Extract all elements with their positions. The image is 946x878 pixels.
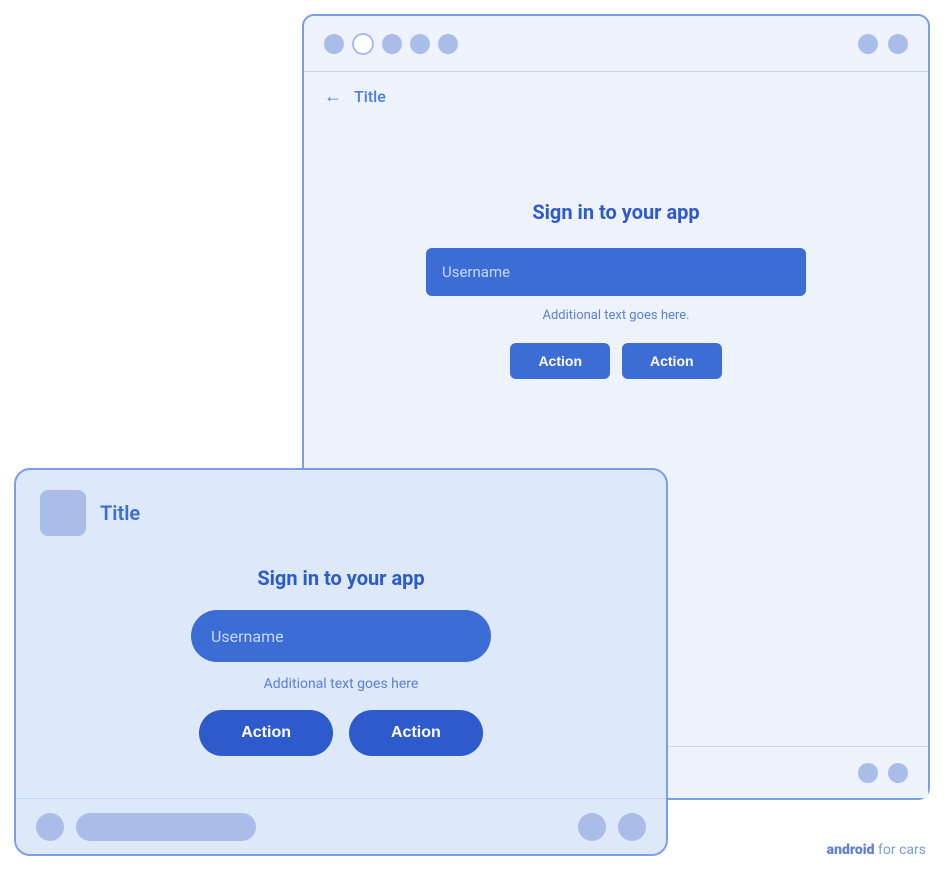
- status-dot-1: [324, 34, 344, 54]
- car-bottom-pill: [76, 813, 256, 841]
- car-input-placeholder: Username: [211, 627, 284, 646]
- car-mockup: Title Sign in to your app Username Addit…: [14, 468, 668, 856]
- status-dot-2-active: [352, 33, 374, 55]
- car-bottom-bar: [16, 798, 666, 854]
- car-title: Title: [100, 501, 140, 525]
- phone-username-input[interactable]: Username: [426, 248, 806, 296]
- phone-status-right: [858, 34, 908, 54]
- phone-action-button-1[interactable]: Action: [510, 343, 610, 379]
- car-bottom-left: [36, 813, 256, 841]
- brand-android: android: [827, 842, 875, 858]
- phone-actions: Action Action: [510, 343, 721, 379]
- status-dot-3: [382, 34, 402, 54]
- phone-status-left: [324, 33, 458, 55]
- phone-nav-title: Title: [354, 87, 386, 106]
- car-bottom-dot: [36, 813, 64, 841]
- phone-bottom-dot-2: [888, 763, 908, 783]
- phone-action-button-2[interactable]: Action: [622, 343, 722, 379]
- car-header: Title: [16, 470, 666, 556]
- car-bottom-right-dot-2: [618, 813, 646, 841]
- brand-suffix: for cars: [875, 842, 926, 858]
- back-arrow-icon[interactable]: ←: [324, 86, 342, 107]
- phone-sign-in-heading: Sign in to your app: [532, 200, 699, 224]
- car-actions: Action Action: [199, 710, 483, 756]
- brand-label: android for cars: [827, 842, 926, 858]
- phone-input-placeholder: Username: [442, 263, 510, 281]
- car-content: Sign in to your app Username Additional …: [16, 556, 666, 772]
- phone-bottom-dot-1: [858, 763, 878, 783]
- car-username-input[interactable]: Username: [191, 610, 491, 662]
- car-helper-text: Additional text goes here: [264, 676, 419, 692]
- phone-nav-bar: ← Title: [304, 72, 928, 120]
- car-action-button-1[interactable]: Action: [199, 710, 333, 756]
- status-dot-4: [410, 34, 430, 54]
- phone-content: Sign in to your app Username Additional …: [304, 120, 928, 419]
- status-dot-right-2: [888, 34, 908, 54]
- phone-helper-text: Additional text goes here.: [542, 308, 689, 323]
- phone-status-bar: [304, 16, 928, 72]
- car-bottom-right-dot-1: [578, 813, 606, 841]
- car-sign-in-heading: Sign in to your app: [257, 566, 424, 590]
- car-action-button-2[interactable]: Action: [349, 710, 483, 756]
- status-dot-5: [438, 34, 458, 54]
- car-bottom-right: [578, 813, 646, 841]
- car-logo: [40, 490, 86, 536]
- status-dot-right-1: [858, 34, 878, 54]
